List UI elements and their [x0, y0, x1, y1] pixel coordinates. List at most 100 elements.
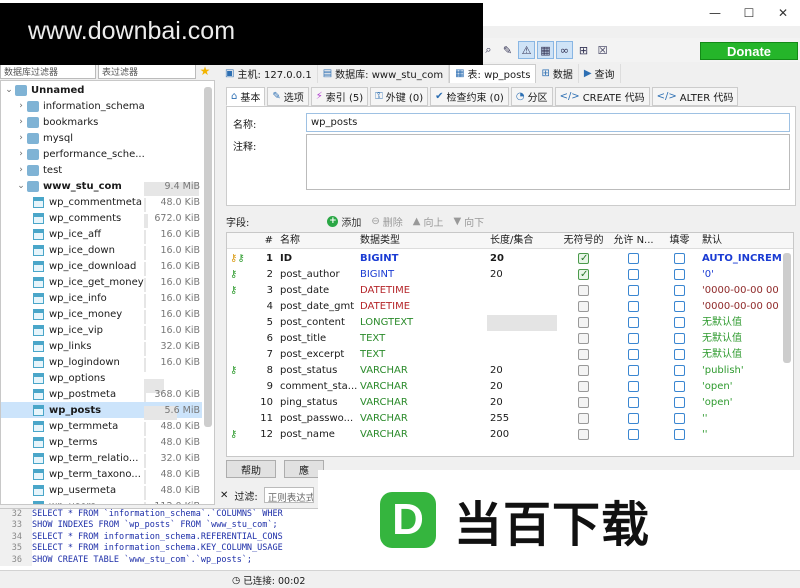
- chevron-right-icon[interactable]: ›: [15, 117, 27, 127]
- field-default[interactable]: 无默认值: [699, 347, 793, 363]
- field-length[interactable]: [487, 299, 557, 315]
- field-name[interactable]: post_passwo...: [277, 411, 357, 427]
- field-name[interactable]: post_name: [277, 427, 357, 443]
- field-type[interactable]: VARCHAR: [357, 411, 487, 427]
- binary-icon[interactable]: ▦: [537, 41, 554, 59]
- field-length[interactable]: 20: [487, 363, 557, 379]
- table-comment-input[interactable]: [306, 134, 790, 190]
- grid-icon[interactable]: ⊞: [575, 41, 592, 59]
- subtab-3[interactable]: ⚿ 外键 (0): [370, 87, 429, 106]
- tree-item[interactable]: › mysql: [1, 130, 202, 146]
- field-default[interactable]: '': [699, 427, 793, 443]
- tree-item[interactable]: wp_usermeta 48.0 KiB: [1, 482, 202, 500]
- unsigned-checkbox[interactable]: [578, 284, 589, 296]
- field-name[interactable]: post_date: [277, 283, 357, 299]
- field-default[interactable]: '0000-00-00 00: [699, 299, 793, 315]
- allow-null-checkbox[interactable]: [628, 380, 639, 392]
- field-length[interactable]: 20: [487, 379, 557, 395]
- field-length[interactable]: 20: [487, 395, 557, 411]
- chevron-down-icon[interactable]: ⌄: [15, 181, 27, 191]
- tab-4[interactable]: ▶ 查询: [579, 63, 621, 83]
- field-length[interactable]: [487, 315, 557, 331]
- tree-item[interactable]: wp_ice_info 16.0 KiB: [1, 290, 202, 308]
- donate-button[interactable]: Donate: [700, 42, 798, 60]
- tree-item[interactable]: wp_ice_aff 16.0 KiB: [1, 226, 202, 244]
- warning-icon[interactable]: ⚠: [518, 41, 535, 59]
- zerofill-checkbox[interactable]: [674, 428, 685, 440]
- tree-item[interactable]: wp_commentmeta 48.0 KiB: [1, 194, 202, 212]
- move-down-button[interactable]: ▼ 向下: [453, 214, 484, 229]
- tree-item[interactable]: ⌄ www_stu_com 9.4 MiB: [1, 178, 202, 196]
- zerofill-checkbox[interactable]: [674, 300, 685, 312]
- unsigned-checkbox[interactable]: [578, 396, 589, 408]
- field-type[interactable]: BIGINT: [357, 251, 487, 267]
- subtab-0[interactable]: ⌂ 基本: [226, 87, 266, 106]
- subtab-6[interactable]: </> CREATE 代码: [554, 87, 650, 106]
- field-default[interactable]: 'publish': [699, 363, 793, 379]
- tree-item[interactable]: wp_term_taxono... 48.0 KiB: [1, 466, 202, 484]
- field-length[interactable]: 20: [487, 251, 557, 267]
- zerofill-checkbox[interactable]: [674, 332, 685, 344]
- table-row[interactable]: 4 post_date_gmt DATETIME '0000-00-00 00: [227, 299, 793, 315]
- table-row[interactable]: ⚷ 12 post_name VARCHAR 200 '': [227, 427, 793, 443]
- table-row[interactable]: 11 post_passwo... VARCHAR 255 '': [227, 411, 793, 427]
- column-header[interactable]: #: [255, 233, 277, 249]
- allow-null-checkbox[interactable]: [628, 396, 639, 408]
- chevron-down-icon[interactable]: ⌄: [3, 85, 15, 95]
- subtab-2[interactable]: ⚡ 索引 (5): [310, 87, 369, 106]
- field-type[interactable]: BIGINT: [357, 267, 487, 283]
- tree-item[interactable]: wp_ice_down 16.0 KiB: [1, 242, 202, 260]
- tree-item[interactable]: wp_posts 5.6 MiB: [1, 402, 202, 420]
- tree-item[interactable]: › information_schema: [1, 98, 202, 114]
- tree-item[interactable]: wp_ice_get_money 16.0 KiB: [1, 274, 202, 292]
- tab-0[interactable]: ▣ 主机: 127.0.0.1: [220, 63, 318, 83]
- unsigned-checkbox[interactable]: [578, 316, 589, 328]
- field-default[interactable]: '': [699, 411, 793, 427]
- zerofill-checkbox[interactable]: [674, 268, 685, 280]
- field-name[interactable]: post_date_gmt: [277, 299, 357, 315]
- field-name[interactable]: post_author: [277, 267, 357, 283]
- chevron-right-icon[interactable]: ›: [15, 101, 27, 111]
- tree-item[interactable]: wp_term_relatio... 32.0 KiB: [1, 450, 202, 468]
- tree-item[interactable]: › performance_sche...: [1, 146, 202, 162]
- close-icon[interactable]: ☒: [594, 41, 611, 59]
- unsigned-checkbox[interactable]: [578, 428, 589, 440]
- subtab-7[interactable]: </> ALTER 代码: [651, 87, 739, 106]
- zerofill-checkbox[interactable]: [674, 252, 685, 264]
- unsigned-checkbox[interactable]: [578, 412, 589, 424]
- table-row[interactable]: ⚷ 3 post_date DATETIME '0000-00-00 00: [227, 283, 793, 299]
- zerofill-checkbox[interactable]: [674, 364, 685, 376]
- table-row[interactable]: 5 post_content LONGTEXT 无默认值: [227, 315, 793, 331]
- allow-null-checkbox[interactable]: [628, 252, 639, 264]
- query-log[interactable]: 32 SELECT * FROM `information_schema`.`CO…: [0, 508, 318, 570]
- unsigned-checkbox[interactable]: [578, 380, 589, 392]
- subtab-4[interactable]: ✔ 检查约束 (0): [430, 87, 509, 106]
- field-length[interactable]: 255: [487, 411, 557, 427]
- field-type[interactable]: VARCHAR: [357, 395, 487, 411]
- field-default[interactable]: 无默认值: [699, 315, 793, 331]
- unsigned-checkbox[interactable]: [578, 364, 589, 376]
- brush-icon[interactable]: ✎: [499, 41, 516, 59]
- table-row[interactable]: 6 post_title TEXT 无默认值: [227, 331, 793, 347]
- field-length[interactable]: 200: [487, 427, 557, 443]
- unsigned-checkbox[interactable]: [578, 300, 589, 312]
- allow-null-checkbox[interactable]: [628, 300, 639, 312]
- unsigned-checkbox[interactable]: [578, 251, 589, 267]
- tree-item[interactable]: wp_links 32.0 KiB: [1, 338, 202, 356]
- zerofill-checkbox[interactable]: [674, 380, 685, 392]
- allow-null-checkbox[interactable]: [628, 284, 639, 296]
- tree-item[interactable]: wp_comments 672.0 KiB: [1, 210, 202, 228]
- tree-item[interactable]: wp_users112.0 KiB: [1, 498, 202, 504]
- field-type[interactable]: VARCHAR: [357, 427, 487, 443]
- table-name-input[interactable]: wp_posts: [306, 113, 790, 132]
- field-name[interactable]: post_content: [277, 315, 357, 331]
- zerofill-checkbox[interactable]: [674, 316, 685, 328]
- regex-filter-input[interactable]: 正则表达式: [263, 487, 314, 503]
- tree-item[interactable]: wp_logindown 16.0 KiB: [1, 354, 202, 372]
- add-field-button[interactable]: + 添加: [327, 214, 361, 229]
- field-type[interactable]: VARCHAR: [357, 379, 487, 395]
- field-default[interactable]: 'open': [699, 379, 793, 395]
- allow-null-checkbox[interactable]: [628, 268, 639, 280]
- close-filter-icon[interactable]: ✕: [220, 490, 228, 501]
- database-filter-input[interactable]: 数据库过滤器: [0, 63, 96, 79]
